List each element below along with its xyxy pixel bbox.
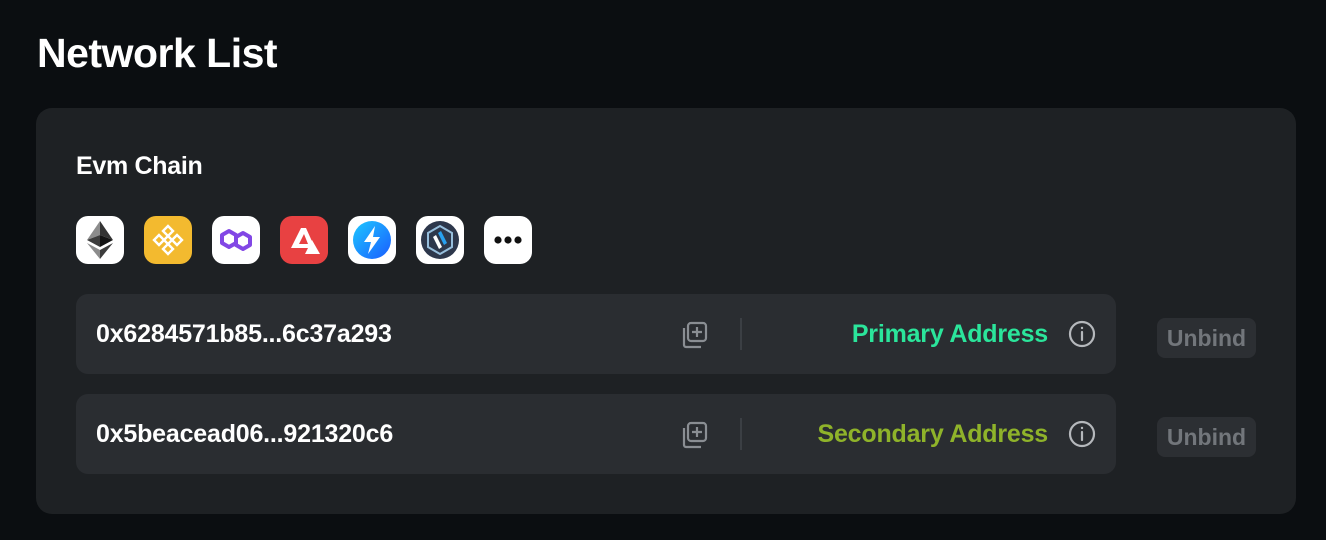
info-icon[interactable] xyxy=(1068,420,1096,448)
chain-icon-list xyxy=(76,216,532,264)
more-icon[interactable] xyxy=(484,216,532,264)
address-type-label: Primary Address xyxy=(851,319,1048,348)
address-row: 0x6284571b85...6c37a293 Primary Address xyxy=(76,294,1116,374)
copy-icon[interactable] xyxy=(679,420,709,450)
wallet-address: 0x6284571b85...6c37a293 xyxy=(96,319,392,348)
unbind-button[interactable]: Unbind xyxy=(1157,318,1256,358)
divider xyxy=(740,318,742,350)
avalanche-icon[interactable] xyxy=(280,216,328,264)
wallet-address: 0x5beacead06...921320c6 xyxy=(96,419,394,448)
address-type-label: Secondary Address xyxy=(817,419,1049,448)
address-row: 0x5beacead06...921320c6 Secondary Addres… xyxy=(76,394,1116,474)
page-title: Network List xyxy=(37,30,278,76)
info-icon[interactable] xyxy=(1068,320,1096,348)
bnb-icon[interactable] xyxy=(144,216,192,264)
divider xyxy=(740,418,742,450)
section-title: Evm Chain xyxy=(76,152,203,180)
copy-icon[interactable] xyxy=(679,320,709,350)
polygon-icon[interactable] xyxy=(212,216,260,264)
network-list-page: Network List Evm Chain 0x6284571b85...6c… xyxy=(0,0,1326,540)
arbitrum-icon[interactable] xyxy=(416,216,464,264)
zksync-icon[interactable] xyxy=(348,216,396,264)
unbind-button[interactable]: Unbind xyxy=(1157,417,1256,457)
evm-chain-card: Evm Chain 0x6284571b85...6c37a293 Primar… xyxy=(36,108,1296,514)
ethereum-icon[interactable] xyxy=(76,216,124,264)
